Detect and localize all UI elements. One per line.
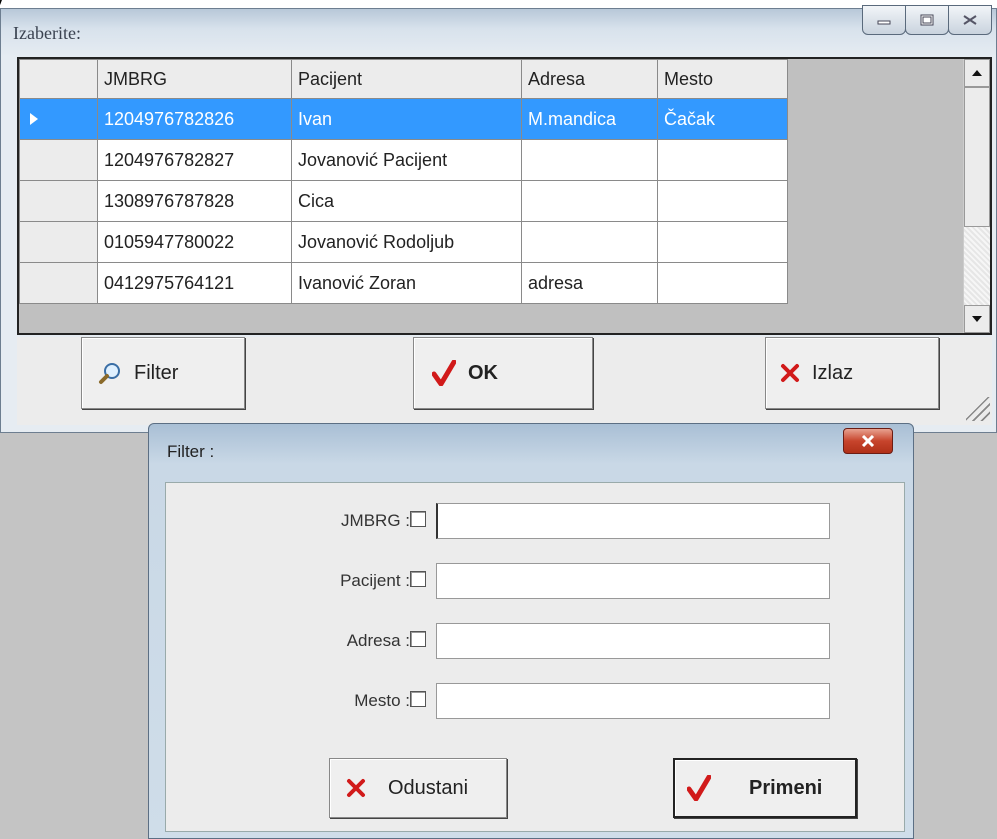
filter-row-pacijent: Pacijent : bbox=[166, 563, 866, 599]
resize-grip[interactable] bbox=[966, 397, 990, 421]
x-icon bbox=[346, 778, 366, 798]
filter-close-button[interactable] bbox=[843, 428, 893, 454]
filter-label-pacijent: Pacijent : bbox=[340, 571, 410, 590]
row-indicator[interactable] bbox=[19, 139, 98, 181]
current-row-arrow-icon bbox=[30, 113, 38, 125]
cell-mesto[interactable] bbox=[657, 221, 788, 263]
x-icon bbox=[780, 363, 800, 383]
maximize-button[interactable] bbox=[905, 5, 949, 35]
cell-pacijent[interactable]: Jovanović Rodoljub bbox=[291, 221, 522, 263]
minimize-button[interactable] bbox=[862, 5, 906, 35]
checkmark-icon bbox=[432, 360, 456, 386]
row-indicator[interactable] bbox=[19, 221, 98, 263]
filter-input-adresa[interactable] bbox=[436, 623, 830, 659]
window-title: Izaberite: bbox=[13, 23, 81, 43]
restore-icon bbox=[963, 15, 977, 25]
cell-jmbrg[interactable]: 1308976787828 bbox=[97, 180, 292, 222]
scroll-up-button[interactable] bbox=[964, 59, 990, 87]
close-button[interactable] bbox=[948, 5, 992, 35]
close-icon bbox=[861, 435, 875, 447]
scroll-down-button[interactable] bbox=[964, 305, 990, 333]
apply-button-label: Primeni bbox=[749, 776, 823, 799]
exit-button[interactable]: Izlaz bbox=[765, 337, 939, 409]
table-row[interactable]: 1204976782827 Jovanović Pacijent bbox=[19, 139, 788, 181]
filter-checkbox-mesto[interactable] bbox=[410, 691, 426, 707]
scroll-thumb[interactable] bbox=[964, 87, 990, 227]
patient-table: JMBRG Pacijent Adresa Mesto 120497678282… bbox=[19, 59, 788, 304]
filter-dialog: Filter : JMBRG : Pacijent : Adresa : Mes… bbox=[148, 423, 914, 839]
filter-label-adresa: Adresa : bbox=[346, 631, 410, 650]
cell-adresa[interactable]: M.mandica bbox=[521, 98, 658, 140]
caption-buttons bbox=[862, 5, 992, 35]
filter-checkbox-jmbrg[interactable] bbox=[410, 511, 426, 527]
cancel-button-label: Odustani bbox=[388, 776, 469, 799]
arrow-down-icon bbox=[972, 316, 982, 322]
table-row[interactable]: 1308976787828 Cica bbox=[19, 180, 788, 222]
cancel-button[interactable]: Odustani bbox=[329, 758, 507, 818]
filter-row-jmbrg: JMBRG : bbox=[166, 503, 866, 539]
cell-jmbrg[interactable]: 1204976782827 bbox=[97, 139, 292, 181]
table-row-selected[interactable]: 1204976782826 Ivan M.mandica Čačak bbox=[19, 98, 788, 140]
table-row[interactable]: 0412975764121 Ivanović Zoran adresa bbox=[19, 262, 788, 304]
arrow-up-icon bbox=[972, 70, 982, 76]
filter-label-jmbrg: JMBRG : bbox=[341, 511, 410, 530]
row-indicator-header bbox=[19, 59, 98, 99]
cell-adresa[interactable] bbox=[521, 180, 658, 222]
ok-button[interactable]: OK bbox=[413, 337, 593, 409]
header-row: JMBRG Pacijent Adresa Mesto bbox=[19, 59, 788, 99]
cell-jmbrg[interactable]: 1204976782826 bbox=[97, 98, 292, 140]
table-row[interactable]: 0105947780022 Jovanović Rodoljub bbox=[19, 221, 788, 263]
cell-pacijent[interactable]: Ivanović Zoran bbox=[291, 262, 522, 304]
filter-checkbox-adresa[interactable] bbox=[410, 631, 426, 647]
cell-jmbrg[interactable]: 0412975764121 bbox=[97, 262, 292, 304]
button-bar: Filter OK Izlaz bbox=[17, 337, 992, 425]
filter-button[interactable]: Filter bbox=[81, 337, 245, 409]
filter-row-mesto: Mesto : bbox=[166, 683, 866, 719]
filter-label-mesto: Mesto : bbox=[354, 691, 410, 710]
cell-adresa[interactable] bbox=[521, 139, 658, 181]
vertical-scrollbar[interactable] bbox=[963, 59, 990, 333]
cell-pacijent[interactable]: Cica bbox=[291, 180, 522, 222]
cell-mesto[interactable]: Čačak bbox=[657, 98, 788, 140]
cell-adresa[interactable]: adresa bbox=[521, 262, 658, 304]
filter-row-adresa: Adresa : bbox=[166, 623, 866, 659]
magnifier-icon bbox=[98, 361, 122, 385]
ok-button-label: OK bbox=[468, 361, 498, 384]
column-header-mesto[interactable]: Mesto bbox=[657, 59, 788, 99]
select-window: Izaberite: JMBRG Pacijent Adresa Mesto 1… bbox=[0, 5, 997, 433]
exit-button-label: Izlaz bbox=[812, 361, 854, 384]
row-indicator[interactable] bbox=[19, 98, 98, 140]
column-header-jmbrg[interactable]: JMBRG bbox=[97, 59, 292, 99]
filter-button-label: Filter bbox=[134, 361, 179, 384]
filter-input-mesto[interactable] bbox=[436, 683, 830, 719]
filter-input-pacijent[interactable] bbox=[436, 563, 830, 599]
cell-pacijent[interactable]: Jovanović Pacijent bbox=[291, 139, 522, 181]
filter-checkbox-pacijent[interactable] bbox=[410, 571, 426, 587]
cell-mesto[interactable] bbox=[657, 180, 788, 222]
cell-pacijent[interactable]: Ivan bbox=[291, 98, 522, 140]
row-indicator[interactable] bbox=[19, 262, 98, 304]
row-indicator[interactable] bbox=[19, 180, 98, 222]
filter-dialog-title: Filter : bbox=[167, 442, 215, 461]
patient-grid[interactable]: JMBRG Pacijent Adresa Mesto 120497678282… bbox=[17, 57, 992, 335]
column-header-adresa[interactable]: Adresa bbox=[521, 59, 658, 99]
cell-adresa[interactable] bbox=[521, 221, 658, 263]
maximize-icon bbox=[920, 14, 934, 26]
filter-input-jmbrg[interactable] bbox=[436, 503, 830, 539]
checkmark-icon bbox=[687, 775, 711, 801]
cell-mesto[interactable] bbox=[657, 262, 788, 304]
minimize-icon bbox=[877, 20, 891, 25]
cell-jmbrg[interactable]: 0105947780022 bbox=[97, 221, 292, 263]
cell-mesto[interactable] bbox=[657, 139, 788, 181]
apply-button[interactable]: Primeni bbox=[673, 758, 857, 818]
column-header-pacijent[interactable]: Pacijent bbox=[291, 59, 522, 99]
